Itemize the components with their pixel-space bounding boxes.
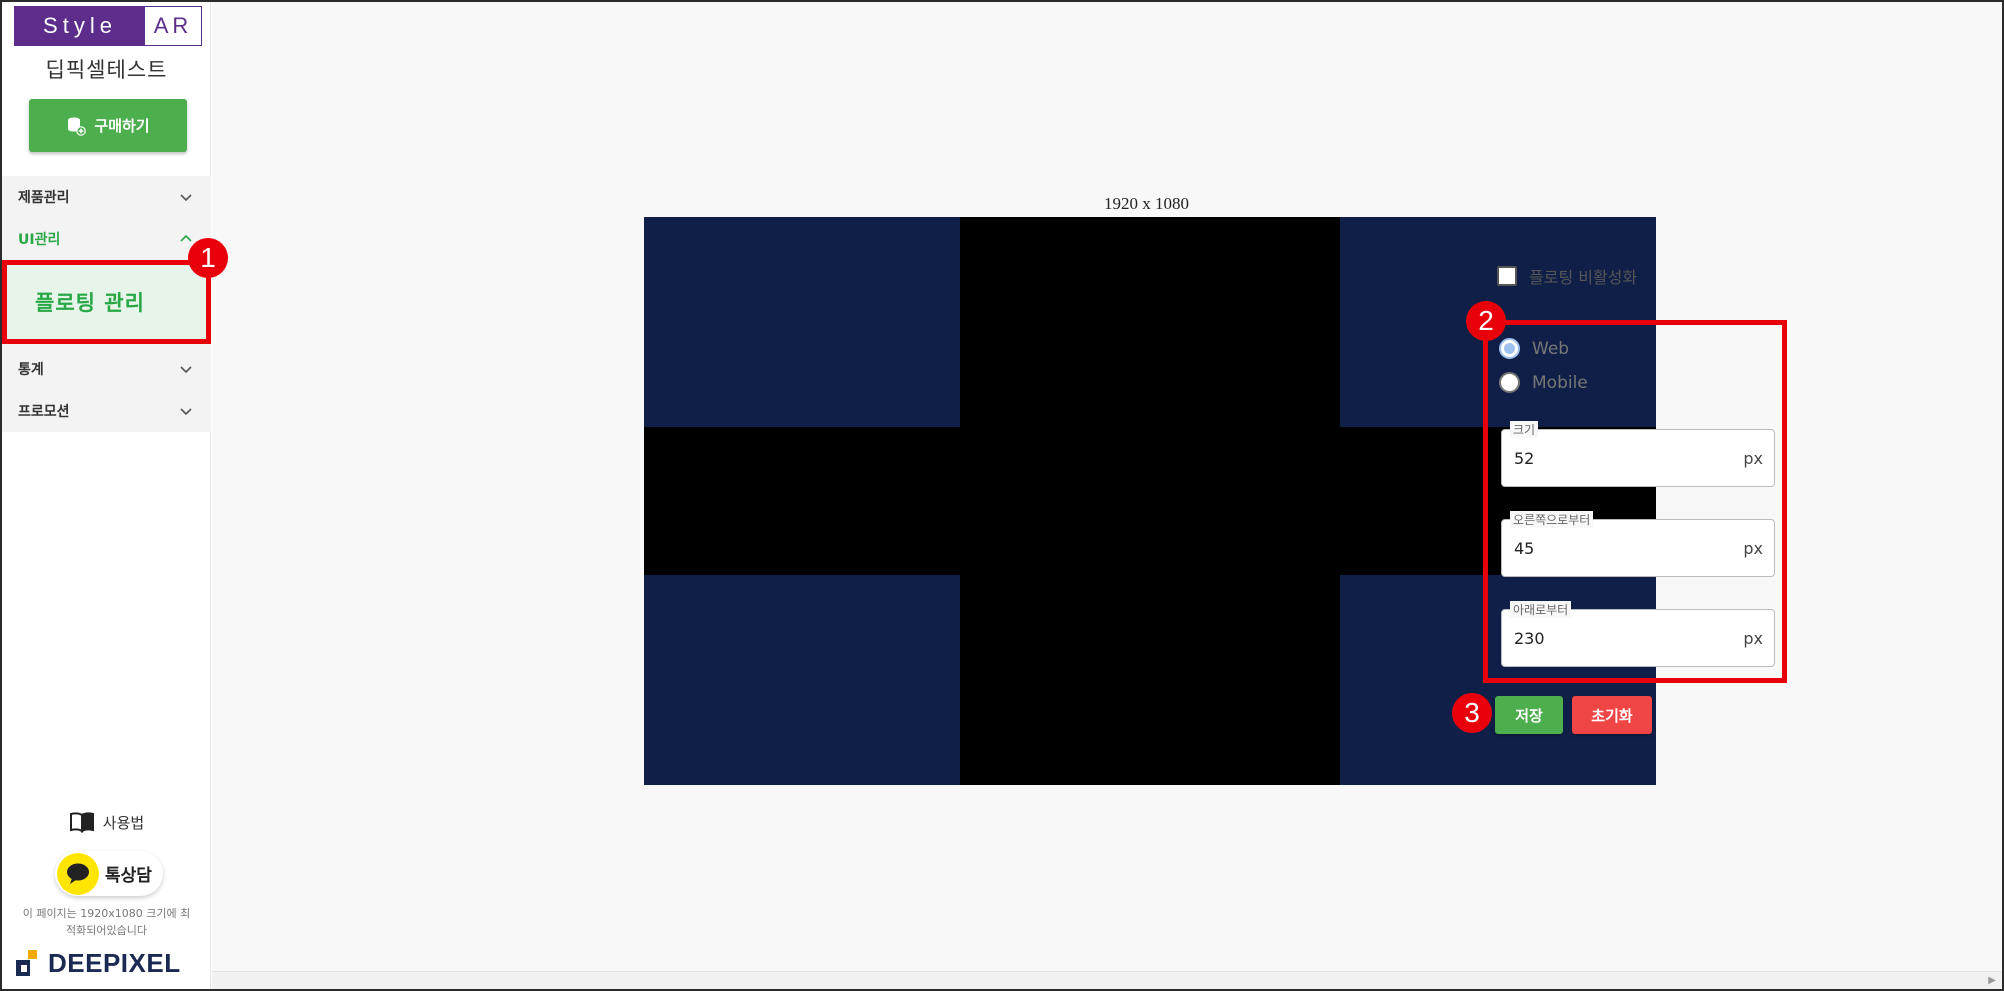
step-badge-2: 2 — [1466, 301, 1506, 341]
bottom-offset-field-value[interactable]: 230 — [1514, 629, 1545, 648]
menu-item-label: 통계 — [18, 362, 44, 378]
kakao-label: 톡상담 — [105, 866, 152, 886]
sidebar: Style AR 딥픽셀테스트 구매하기 제품관리 UI관리 플로팅 관리 통계 — [2, 2, 211, 989]
menu-item-stats[interactable]: 통계 — [2, 348, 211, 390]
preview-block — [644, 575, 960, 785]
deepixel-mark-icon — [16, 950, 37, 976]
scroll-right-arrow-icon[interactable]: ▶ — [1988, 975, 1996, 986]
radio-web[interactable]: Web — [1499, 338, 1569, 359]
radio-mobile-control[interactable] — [1499, 372, 1520, 393]
radio-web-label: Web — [1532, 338, 1570, 359]
shop-name: 딥픽셀테스트 — [45, 58, 168, 82]
radio-mobile[interactable]: Mobile — [1499, 372, 1588, 393]
menu-item-label: UI관리 — [18, 232, 61, 248]
menu-item-label: 프로모션 — [18, 404, 70, 420]
radio-mobile-label: Mobile — [1532, 372, 1588, 393]
buy-button-label: 구매하기 — [94, 117, 150, 135]
size-field-unit: px — [1743, 449, 1763, 468]
horizontal-scrollbar[interactable]: ▶ — [212, 971, 2002, 989]
kakao-chat-button[interactable]: 톡상담 — [55, 851, 163, 896]
kakao-talk-icon — [57, 852, 99, 895]
howto-link[interactable]: 사용법 — [2, 811, 211, 833]
resolution-label: 1920 x 1080 — [1104, 194, 1189, 213]
menu-item-ui[interactable]: UI관리 — [2, 218, 211, 260]
deepixel-text: DEEPIXEL — [48, 947, 181, 978]
howto-label: 사용법 — [102, 813, 145, 832]
menu-item-label: 제품관리 — [18, 190, 70, 206]
database-plus-icon — [68, 117, 87, 136]
buy-button[interactable]: 구매하기 — [29, 99, 187, 152]
size-field-value[interactable]: 52 — [1514, 449, 1534, 468]
menu-subitem-label: 플로팅 관리 — [35, 291, 145, 315]
disable-floating-label: 플로팅 비활성화 — [1529, 268, 1638, 287]
save-button[interactable]: 저장 — [1495, 696, 1563, 734]
floating-settings-panel: Web Mobile 크기 52 px 오른쪽으로부터 45 px 아래로부터 … — [1483, 320, 1787, 683]
preview-block — [644, 217, 960, 427]
right-offset-field[interactable]: 오른쪽으로부터 45 px — [1501, 511, 1775, 577]
resolution-notice: 이 페이지는 1920x1080 크기에 최적화되어있습니다 — [22, 907, 191, 937]
chevron-down-icon — [180, 194, 192, 202]
bottom-offset-field-label: 아래로부터 — [1510, 601, 1572, 618]
logo-ar-text: AR — [145, 7, 201, 45]
sidebar-menu: 제품관리 UI관리 플로팅 관리 통계 프로모션 — [2, 176, 211, 432]
logo-style-text: Style — [15, 7, 145, 45]
menu-item-product[interactable]: 제품관리 — [2, 176, 211, 218]
right-offset-field-value[interactable]: 45 — [1514, 539, 1534, 558]
step-badge-1: 1 — [188, 238, 228, 278]
step-badge-3: 3 — [1452, 693, 1492, 733]
style-ar-logo[interactable]: Style AR — [14, 6, 202, 46]
menu-item-promotion[interactable]: 프로모션 — [2, 390, 211, 432]
deepixel-logo: DEEPIXEL — [14, 946, 206, 980]
bottom-offset-field-unit: px — [1743, 629, 1763, 648]
chevron-up-icon — [180, 234, 192, 242]
book-icon — [69, 812, 94, 833]
disable-floating-checkbox[interactable] — [1497, 266, 1517, 286]
main-area: 1920 x 1080 52 플로팅 비활성화 Web Mobile 크기 52… — [212, 2, 2002, 989]
menu-subitem-floating[interactable]: 플로팅 관리 — [2, 260, 211, 344]
bottom-offset-field[interactable]: 아래로부터 230 px — [1501, 601, 1775, 667]
right-offset-field-unit: px — [1743, 539, 1763, 558]
radio-web-control[interactable] — [1499, 338, 1520, 359]
right-offset-field-label: 오른쪽으로부터 — [1510, 511, 1594, 528]
chevron-down-icon — [180, 366, 192, 374]
disable-floating-row[interactable]: 플로팅 비활성화 — [1497, 264, 1637, 288]
reset-button[interactable]: 초기화 — [1572, 696, 1652, 734]
size-field[interactable]: 크기 52 px — [1501, 421, 1775, 487]
size-field-label: 크기 — [1510, 421, 1539, 438]
chevron-down-icon — [180, 408, 192, 416]
